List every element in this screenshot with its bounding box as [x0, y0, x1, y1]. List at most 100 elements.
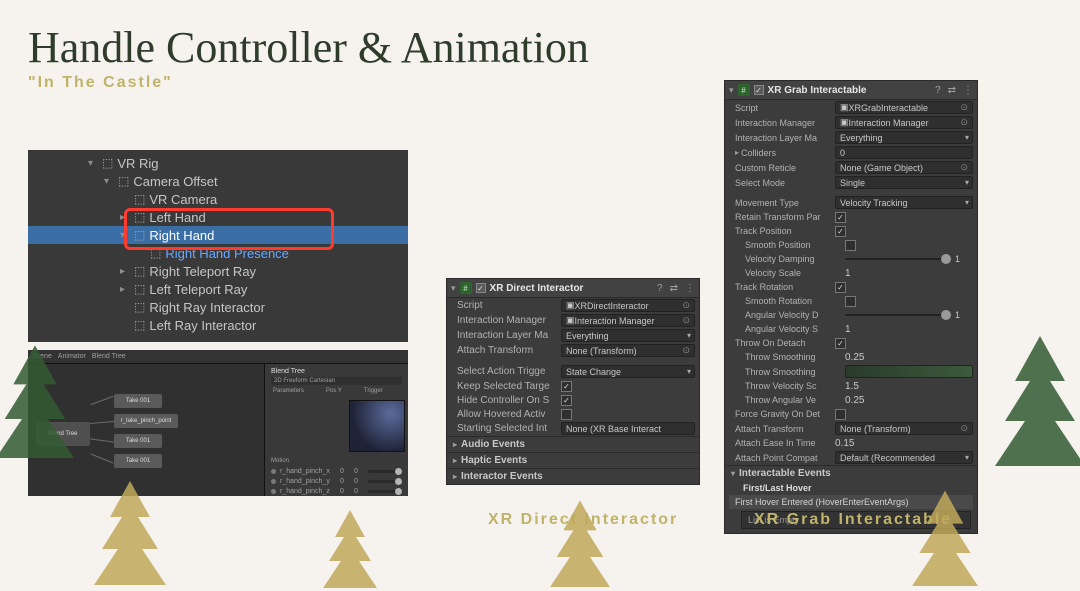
animator-tab-blendtree[interactable]: Blend Tree	[92, 353, 126, 360]
hierarchy-item-label: Camera Offset	[133, 174, 217, 189]
ang-vel-s-value[interactable]: 1	[845, 324, 851, 335]
chevron-icon[interactable]: ▸	[120, 284, 130, 295]
ang-vel-d-slider[interactable]: 1	[845, 309, 973, 321]
hierarchy-item[interactable]: ⬚Right Ray Interactor	[28, 298, 408, 316]
help-icon[interactable]: ?	[657, 283, 663, 294]
more-icon[interactable]: ⋮	[963, 85, 973, 96]
retain-checkbox[interactable]	[835, 212, 846, 223]
custom-reticle-field[interactable]: None (Game Object)⊙	[835, 161, 973, 174]
track-pos-checkbox[interactable]	[835, 226, 846, 237]
interactable-events-section[interactable]: ▾Interactable Events	[725, 465, 977, 481]
track-rot-label: Track Rotation	[735, 282, 835, 292]
allow-hover-checkbox[interactable]	[561, 409, 572, 420]
throw-ang-value[interactable]: 0.25	[845, 395, 864, 406]
animator-window[interactable]: Scene Animator Blend Tree Take 001 r_tak…	[28, 350, 408, 496]
throw-detach-label: Throw On Detach	[735, 338, 835, 348]
script-label: Script	[457, 300, 561, 311]
audio-events-section[interactable]: ▸Audio Events	[447, 436, 699, 452]
hierarchy-item[interactable]: ⬚VR Camera	[28, 190, 408, 208]
hierarchy-item[interactable]: ▸⬚Right Teleport Ray	[28, 262, 408, 280]
help-icon[interactable]: ?	[935, 85, 941, 96]
hierarchy-item[interactable]: ▾⬚Right Hand	[28, 226, 408, 244]
blend-type-dropdown[interactable]: 2D Freeform Cartesian	[271, 377, 402, 385]
track-pos-label: Track Position	[735, 226, 835, 236]
motion-row[interactable]: r_hand_pinch_y00	[271, 476, 402, 486]
manager-field[interactable]: ▣Interaction Manager⊙	[561, 314, 695, 327]
component-header[interactable]: ▾ # ✓ XR Direct Interactor ? ⇄ ⋮	[447, 279, 699, 298]
hierarchy-item-label: VR Camera	[149, 192, 217, 207]
throw-detach-checkbox[interactable]	[835, 338, 846, 349]
hierarchy-item[interactable]: ⬚Left Ray Interactor	[28, 316, 408, 334]
hierarchy-item-label: VR Rig	[117, 156, 158, 171]
attach-label: Attach Transform	[457, 345, 561, 356]
colliders-label[interactable]: Colliders	[741, 148, 835, 158]
chevron-icon[interactable]: ▾	[104, 176, 114, 187]
component-header[interactable]: ▾ # ✓ XR Grab Interactable ? ⇄ ⋮	[725, 81, 977, 100]
preset-icon[interactable]: ⇄	[948, 85, 956, 96]
layer-label: Interaction Layer Ma	[457, 330, 561, 341]
blend-node-pinch[interactable]: r_take_pinch_point	[114, 414, 178, 428]
throw-vel-label: Throw Velocity Sc	[745, 381, 845, 391]
vel-scale-value[interactable]: 1	[845, 268, 851, 279]
hierarchy-item[interactable]: ▸⬚Left Teleport Ray	[28, 280, 408, 298]
smooth-rot-checkbox[interactable]	[845, 296, 856, 307]
keep-selected-checkbox[interactable]	[561, 381, 572, 392]
mini-slider[interactable]	[368, 470, 402, 473]
animator-graph[interactable]: Take 001 r_take_pinch_point Take 001 Tak…	[28, 364, 264, 496]
preset-icon[interactable]: ⇄	[670, 283, 678, 294]
chevron-icon[interactable]: ▾	[120, 230, 130, 241]
select-trigger-dropdown[interactable]: State Change	[561, 365, 695, 378]
blend-node-take2[interactable]: Take 001	[114, 434, 162, 448]
attach-tf-field[interactable]: None (Transform)⊙	[835, 422, 973, 435]
hierarchy-item[interactable]: ⬚Right Hand Presence	[28, 244, 408, 262]
force-grav-checkbox[interactable]	[835, 409, 846, 420]
hide-controller-checkbox[interactable]	[561, 395, 572, 406]
hierarchy-panel[interactable]: ▾⬚VR Rig▾⬚Camera Offset⬚VR Camera▸⬚Left …	[28, 150, 408, 342]
hierarchy-item[interactable]: ▸⬚Left Hand	[28, 208, 408, 226]
foldout-icon[interactable]: ▾	[451, 283, 456, 294]
motion-row[interactable]: r_hand_pinch_z00	[271, 486, 402, 496]
blend-tree-root[interactable]: Blend Tree	[36, 422, 90, 446]
mini-slider[interactable]	[368, 490, 402, 493]
smooth-pos-checkbox[interactable]	[845, 240, 856, 251]
hierarchy-item[interactable]: ▾⬚Camera Offset	[28, 172, 408, 190]
grab-interactable-panel[interactable]: ▾ # ✓ XR Grab Interactable ? ⇄ ⋮ Script …	[724, 80, 978, 534]
throw-smooth-value[interactable]: 0.25	[845, 352, 864, 363]
throw-smooth-curve[interactable]	[845, 365, 973, 378]
mini-slider[interactable]	[368, 480, 402, 483]
chevron-icon[interactable]: ▾	[88, 158, 98, 169]
layer-dropdown[interactable]: Everything	[835, 131, 973, 144]
more-icon[interactable]: ⋮	[685, 283, 695, 294]
animator-tab-scene[interactable]: Scene	[32, 353, 52, 360]
animator-tab-animator[interactable]: Animator	[58, 353, 86, 360]
enable-checkbox[interactable]: ✓	[476, 283, 486, 293]
starting-sel-field[interactable]: None (XR Base Interact	[561, 422, 695, 435]
select-mode-dropdown[interactable]: Single	[835, 176, 973, 189]
interactor-events-section[interactable]: ▸Interactor Events	[447, 468, 699, 484]
gameobject-icon: ⬚	[134, 264, 145, 278]
motion-row[interactable]: r_hand_pinch_x00	[271, 466, 402, 476]
movement-type-dropdown[interactable]: Velocity Tracking	[835, 196, 973, 209]
keep-selected-label: Keep Selected Targe	[457, 381, 561, 392]
attach-field[interactable]: None (Transform)⊙	[561, 344, 695, 357]
chevron-icon[interactable]: ▸	[120, 212, 130, 223]
layer-dropdown[interactable]: Everything	[561, 329, 695, 342]
enable-checkbox[interactable]: ✓	[754, 85, 764, 95]
gameobject-icon: ⬚	[134, 282, 145, 296]
attach-compat-dropdown[interactable]: Default (Recommended	[835, 451, 973, 464]
attach-ease-value[interactable]: 0.15	[835, 438, 854, 449]
direct-interactor-panel[interactable]: ▾ # ✓ XR Direct Interactor ? ⇄ ⋮ Script …	[446, 278, 700, 485]
foldout-icon[interactable]: ▾	[729, 85, 734, 96]
hierarchy-item[interactable]: ▾⬚VR Rig	[28, 154, 408, 172]
blend-node-take3[interactable]: Take 001	[114, 454, 162, 468]
blend-space-preview[interactable]	[349, 400, 405, 452]
parameter-list: r_hand_pinch_x00r_hand_pinch_y00r_hand_p…	[271, 466, 402, 496]
manager-field[interactable]: ▣Interaction Manager⊙	[835, 116, 973, 129]
throw-vel-value[interactable]: 1.5	[845, 381, 859, 392]
hierarchy-item-label: Right Hand Presence	[165, 246, 289, 261]
chevron-icon[interactable]: ▸	[120, 266, 130, 277]
track-rot-checkbox[interactable]	[835, 282, 846, 293]
blend-node-take1[interactable]: Take 001	[114, 394, 162, 408]
haptic-events-section[interactable]: ▸Haptic Events	[447, 452, 699, 468]
vel-damp-slider[interactable]: 1	[845, 253, 973, 265]
